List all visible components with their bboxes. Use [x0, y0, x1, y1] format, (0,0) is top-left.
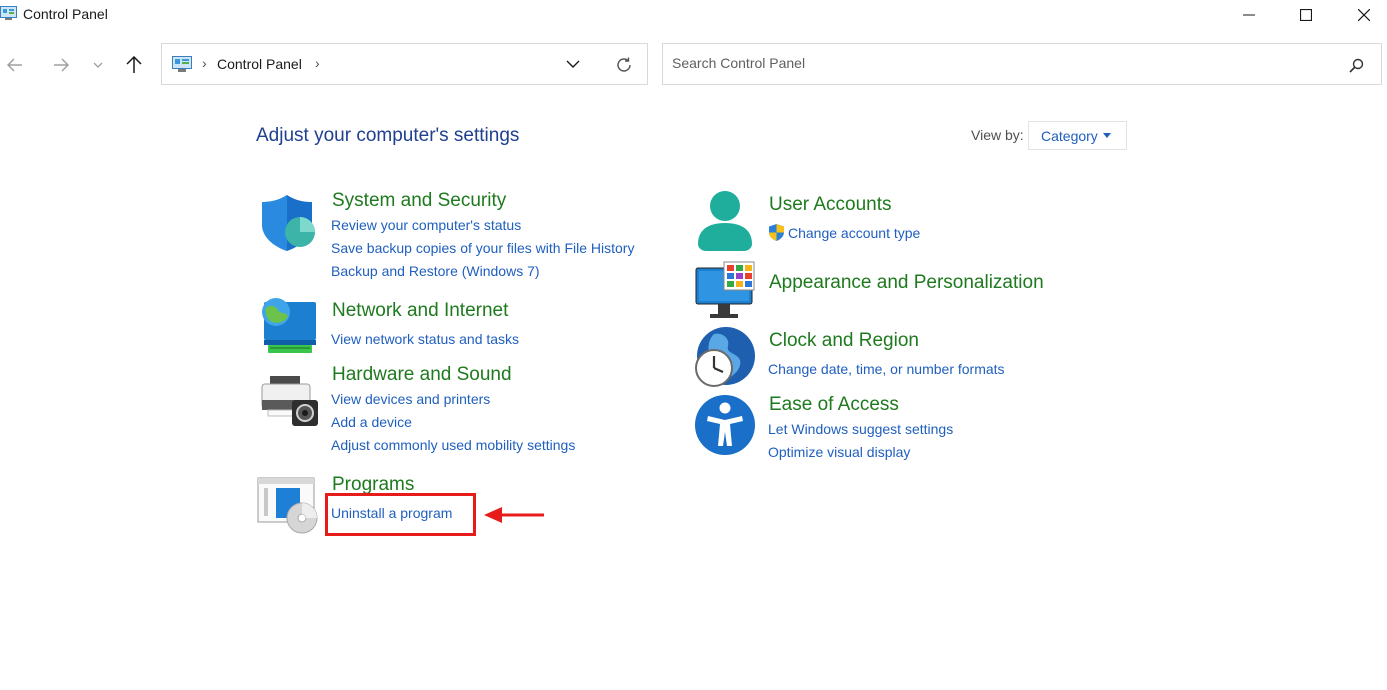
link-windows-suggest-settings[interactable]: Let Windows suggest settings — [768, 421, 953, 437]
chevron-down-icon — [93, 62, 103, 68]
annotation-highlight-box — [325, 493, 476, 536]
window-title: Control Panel — [23, 6, 108, 22]
control-panel-icon — [0, 6, 17, 20]
maximize-icon — [1300, 9, 1312, 21]
up-button[interactable] — [119, 50, 149, 80]
link-optimize-visual-display[interactable]: Optimize visual display — [768, 444, 910, 460]
minimize-button[interactable] — [1226, 0, 1272, 30]
category-hardware-and-sound[interactable]: Hardware and Sound — [332, 364, 512, 386]
chevron-down-icon — [566, 60, 580, 68]
back-arrow-icon — [7, 58, 22, 72]
link-file-history[interactable]: Save backup copies of your files with Fi… — [331, 240, 634, 256]
address-bar[interactable]: › Control Panel › — [161, 43, 648, 85]
clock-globe-icon — [695, 327, 755, 387]
printer-icon — [261, 376, 318, 426]
forward-arrow-icon — [54, 58, 69, 72]
minimize-icon — [1243, 14, 1255, 16]
up-arrow-icon — [126, 56, 142, 73]
forward-button[interactable] — [46, 50, 76, 80]
programs-icon — [257, 477, 318, 534]
category-user-accounts[interactable]: User Accounts — [769, 194, 892, 216]
view-by-label: View by: — [971, 127, 1024, 143]
link-review-computer-status[interactable]: Review your computer's status — [331, 217, 521, 233]
link-mobility-settings[interactable]: Adjust commonly used mobility settings — [331, 437, 575, 453]
category-network-and-internet[interactable]: Network and Internet — [332, 300, 508, 322]
maximize-button[interactable] — [1283, 0, 1329, 30]
refresh-button[interactable] — [615, 56, 633, 79]
caret-down-icon — [1102, 133, 1111, 138]
shield-icon — [262, 195, 315, 251]
page-title: Adjust your computer's settings — [256, 125, 520, 146]
search-box[interactable] — [662, 43, 1382, 85]
category-ease-of-access[interactable]: Ease of Access — [769, 394, 899, 416]
back-button[interactable] — [0, 50, 30, 80]
accessibility-icon — [695, 395, 755, 455]
annotation-arrow-icon — [484, 507, 544, 523]
close-icon — [1358, 9, 1370, 21]
link-date-time-formats[interactable]: Change date, time, or number formats — [768, 361, 1005, 377]
uac-shield-icon — [769, 224, 784, 241]
breadcrumb-separator[interactable]: › — [315, 55, 320, 71]
monitor-icon — [695, 261, 755, 318]
close-button[interactable] — [1341, 0, 1387, 30]
link-change-account-type[interactable]: Change account type — [788, 225, 920, 241]
view-by-value: Category — [1041, 127, 1098, 144]
control-panel-icon — [172, 56, 192, 72]
refresh-icon — [617, 57, 631, 72]
breadcrumb-separator[interactable]: › — [202, 55, 207, 71]
search-input[interactable] — [672, 55, 1312, 71]
title-bar: Control Panel — [0, 0, 1387, 30]
link-backup-restore[interactable]: Backup and Restore (Windows 7) — [331, 263, 540, 279]
search-icon[interactable] — [1349, 58, 1364, 73]
link-network-status[interactable]: View network status and tasks — [331, 331, 519, 347]
category-clock-and-region[interactable]: Clock and Region — [769, 330, 919, 352]
link-devices-printers[interactable]: View devices and printers — [331, 391, 490, 407]
recent-locations-button[interactable] — [83, 50, 113, 80]
network-icon — [262, 298, 316, 353]
view-by-dropdown[interactable]: Category — [1028, 121, 1127, 150]
address-history-dropdown[interactable] — [566, 57, 580, 76]
link-add-device[interactable]: Add a device — [331, 414, 412, 430]
category-system-and-security[interactable]: System and Security — [332, 190, 506, 212]
category-appearance-and-personalization[interactable]: Appearance and Personalization — [769, 272, 1044, 294]
user-icon — [698, 191, 752, 251]
breadcrumb-control-panel[interactable]: Control Panel — [217, 56, 302, 72]
